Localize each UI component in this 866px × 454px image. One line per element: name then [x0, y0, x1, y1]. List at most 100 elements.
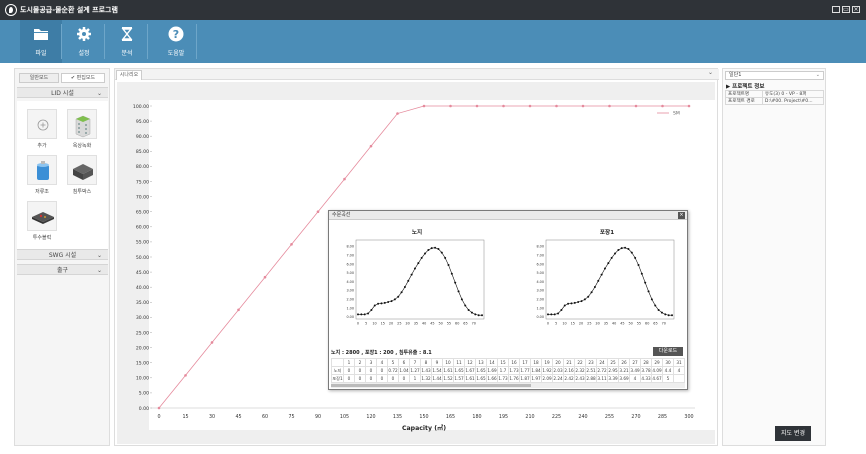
table-cell: 1.43: [420, 366, 432, 375]
change-map-button[interactable]: 지도 변경: [775, 426, 811, 441]
hydrograph-point: [590, 291, 593, 294]
hydrograph-point: [614, 252, 617, 255]
lid-item-storage-tank[interactable]: 저류조: [27, 155, 57, 199]
table-header-cell: 27: [629, 358, 641, 367]
table-cell: [673, 374, 685, 383]
table-header-cell: 21: [563, 358, 575, 367]
table-cell: 1.73: [497, 374, 509, 383]
mini-x-tick-label: 15: [571, 322, 575, 326]
toolbar-file-label: 파일: [35, 50, 47, 57]
toolbar-separator: [104, 24, 105, 59]
subarea-select[interactable]: 일단1 ⌄: [725, 71, 824, 80]
hydrograph-point: [477, 314, 480, 317]
table-cell: 3.49: [629, 366, 641, 375]
hydrograph-point: [603, 267, 606, 270]
toolbar-settings-button[interactable]: 설정: [63, 20, 105, 63]
x-tick-label: 45: [235, 414, 241, 420]
hydrograph-point: [607, 262, 610, 265]
mini-chart-title: 노지: [412, 228, 422, 236]
y-tick-label: 75.00: [136, 179, 149, 185]
chevron-down-icon: ⌄: [96, 90, 102, 97]
table-cell: 0: [343, 374, 355, 383]
maximize-button[interactable]: ▭: [842, 6, 850, 13]
project-info-title: ▶ 프로젝트 정보: [726, 84, 765, 90]
table-cell: 1.65: [475, 374, 487, 383]
general-mode-button[interactable]: 일반모드: [19, 73, 59, 83]
hourglass-icon: [121, 27, 133, 41]
hydrograph-point: [373, 304, 376, 307]
hydrograph-point: [457, 290, 460, 293]
project-path-value: D:\#00. Project\#0...: [761, 97, 825, 105]
data-point: [369, 144, 373, 148]
table-header-cell: 10: [442, 358, 454, 367]
table-cell: 1.65: [475, 366, 487, 375]
toolbar-analysis-label: 분석: [121, 50, 133, 57]
title-bar: 도시물공급-물순환 설계 프로그램 _ ▭ ×: [0, 0, 866, 20]
storage-tank-icon: [27, 155, 57, 185]
popup-title: 수문곡선: [329, 211, 687, 220]
hydrograph-point: [370, 308, 373, 311]
table-cell: 1.7: [497, 366, 509, 375]
lid-item-infiltration-box[interactable]: 침투박스: [67, 155, 97, 199]
scrollbar-thumb[interactable]: [331, 384, 531, 387]
mini-plot-area: [545, 239, 675, 320]
mini-x-tick-label: 0: [547, 322, 549, 326]
outlet-section-header[interactable]: 출구 ⌄: [17, 264, 108, 275]
data-point: [528, 104, 532, 108]
lid-section-header[interactable]: LID 시설 ⌄: [17, 87, 108, 98]
table-header-cell: 23: [585, 358, 597, 367]
hydrograph-point: [660, 311, 663, 314]
table-cell: 3.11: [596, 374, 608, 383]
app-logo-icon: [5, 4, 17, 16]
table-header-cell: 20: [552, 358, 564, 367]
table-header-cell: 6: [398, 358, 410, 367]
table-cell: 포장1: [331, 374, 344, 383]
hydrograph-point: [403, 286, 406, 288]
toolbar-file-button[interactable]: 파일: [20, 20, 62, 63]
table-cell: 0.72: [387, 366, 399, 375]
x-tick-label: 225: [552, 414, 561, 420]
mini-y-tick-label: 6.00: [346, 262, 354, 266]
mini-chart-title: 포장1: [600, 228, 614, 236]
tab-dropdown-icon[interactable]: ⌄: [708, 69, 713, 76]
swg-section-label: SWG 시설: [48, 252, 77, 259]
data-point: [581, 104, 585, 108]
y-tick-label: 40.00: [136, 285, 149, 291]
table-row: 노지 0 0 0 0 0.72 1.04 1.27 1.43 1.54 1.61 1.65 1.67 1.…: [331, 366, 685, 375]
lid-item-add[interactable]: 추가: [27, 109, 57, 153]
tab-scenario[interactable]: 시나리오: [116, 70, 142, 80]
lid-item-green-roof[interactable]: 옥상녹화: [67, 109, 97, 153]
close-button[interactable]: ×: [852, 6, 860, 13]
mini-y-tick-label: 6.00: [536, 262, 544, 266]
y-tick-label: 80.00: [136, 164, 149, 170]
table-cell: 0: [343, 366, 355, 375]
table-header-cell: 8: [420, 358, 432, 367]
data-point: [290, 243, 293, 246]
table-cell: 2.03: [552, 366, 564, 375]
popup-close-button[interactable]: ×: [678, 212, 685, 219]
data-point: [449, 104, 452, 108]
project-info-table: 프로젝트명 유도(3) 0 - VP - 8퍼 프로젝트 경로 D:\#00. …: [725, 90, 825, 105]
table-cell: 5: [662, 374, 674, 383]
outlet-section-label: 출구: [56, 267, 69, 274]
hydrograph-point: [400, 291, 403, 294]
table-cell: 1.52: [442, 374, 454, 383]
toolbar-analysis-button[interactable]: 분석: [106, 20, 148, 63]
x-tick-label: 90: [315, 414, 321, 420]
toolbar-help-button[interactable]: ? 도움말: [155, 20, 197, 63]
swg-section-header[interactable]: SWG 시설 ⌄: [17, 249, 108, 260]
table-header-cell: 5: [387, 358, 399, 367]
hydrograph-point: [637, 263, 640, 266]
table-header-cell: 30: [662, 358, 674, 367]
horizontal-scrollbar[interactable]: [331, 383, 685, 388]
hydrograph-point: [671, 314, 673, 317]
lid-item-permeable-block[interactable]: 투수블럭: [27, 201, 57, 245]
hydrograph-point: [387, 301, 390, 303]
minimize-button[interactable]: _: [832, 6, 840, 13]
mini-y-tick-label: 5.00: [346, 271, 354, 275]
table-cell: 2.95: [607, 366, 619, 375]
x-axis-label: Capacity (㎥): [402, 424, 446, 432]
hydrograph-point: [583, 298, 586, 301]
edit-mode-button[interactable]: ✔ 편집모드: [61, 73, 105, 83]
download-button[interactable]: 다운로드: [653, 347, 683, 356]
